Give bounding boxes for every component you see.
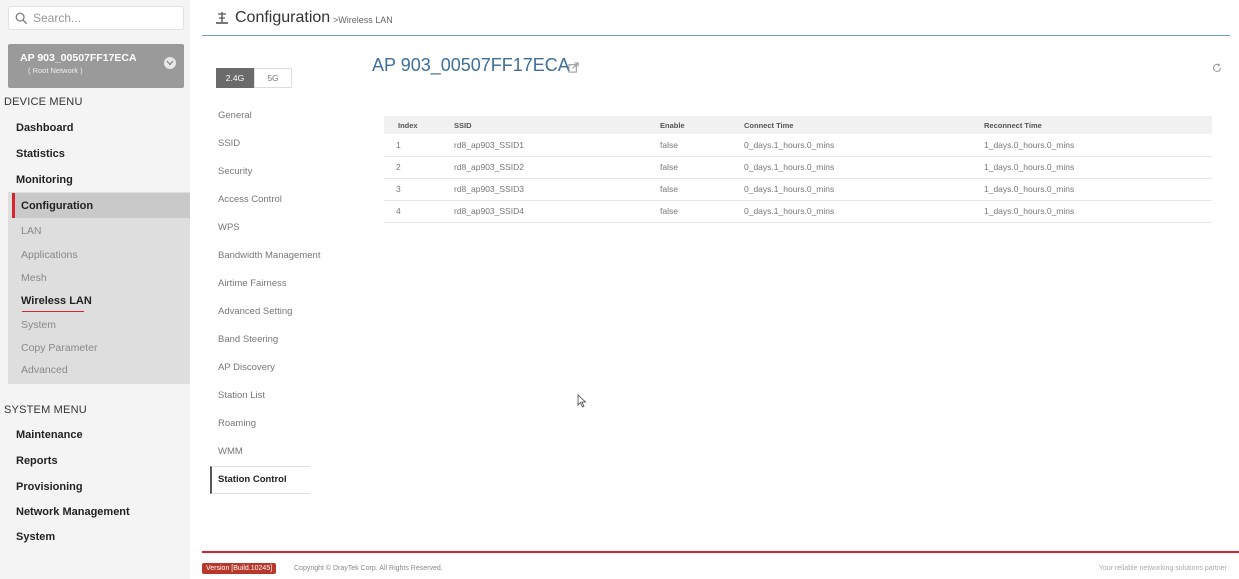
cell-connect-time: 0_days.1_hours.0_mins	[744, 178, 984, 201]
menu-network-management[interactable]: Network Management	[16, 506, 130, 518]
cell-connect-time: 0_days.1_hours.0_mins	[744, 200, 984, 223]
footer-divider	[202, 551, 1239, 553]
nav-band-steering[interactable]: Band Steering	[218, 334, 278, 345]
station-control-table: Index SSID Enable Connect Time Reconnect…	[384, 116, 1212, 223]
nav-roaming[interactable]: Roaming	[218, 418, 256, 429]
page: Search... AP 903_00507FF17ECA ( Root Net…	[0, 0, 1239, 579]
footer-tagline: Your reliable networking solutions partn…	[1098, 565, 1227, 572]
mouse-cursor-icon	[577, 394, 587, 408]
nav-wps[interactable]: WPS	[218, 222, 240, 233]
col-connect-time: Connect Time	[744, 116, 984, 134]
cell-index: 3	[384, 178, 454, 201]
menu-dashboard[interactable]: Dashboard	[16, 122, 73, 134]
device-menu-heading: DEVICE MENU	[4, 96, 83, 108]
tab-5g[interactable]: 5G	[254, 68, 292, 88]
tab-2-4g[interactable]: 2.4G	[216, 68, 254, 88]
cell-index: 4	[384, 200, 454, 223]
active-underline	[22, 311, 84, 312]
search-input[interactable]: Search...	[33, 11, 81, 25]
version-badge: Version [Build.10245]	[202, 563, 277, 574]
menu-monitoring[interactable]: Monitoring	[16, 174, 73, 186]
cell-index: 1	[384, 134, 454, 157]
cell-connect-time: 0_days.1_hours.0_mins	[744, 134, 984, 157]
cell-ssid: rd8_ap903_SSID2	[454, 156, 660, 179]
submenu-mesh[interactable]: Mesh	[21, 272, 47, 284]
nav-ssid[interactable]: SSID	[218, 138, 240, 149]
sidebar: Search... AP 903_00507FF17ECA ( Root Net…	[0, 0, 190, 579]
menu-maintenance[interactable]: Maintenance	[16, 429, 83, 441]
cell-connect-time: 0_days.1_hours.0_mins	[744, 156, 984, 179]
cell-ssid: rd8_ap903_SSID3	[454, 178, 660, 201]
nav-general[interactable]: General	[218, 110, 252, 121]
menu-reports[interactable]: Reports	[16, 455, 58, 467]
col-enable: Enable	[660, 116, 744, 134]
col-reconnect-time: Reconnect Time	[984, 116, 1212, 134]
configuration-submenu	[8, 192, 190, 384]
nav-ap-discovery[interactable]: AP Discovery	[218, 362, 275, 373]
system-menu-heading: SYSTEM MENU	[4, 404, 87, 416]
ap-title: AP 903_00507FF17ECA	[372, 55, 570, 75]
refresh-icon[interactable]	[1212, 63, 1222, 73]
cell-enable: false	[660, 134, 744, 157]
nav-access-control[interactable]: Access Control	[218, 194, 282, 205]
menu-provisioning[interactable]: Provisioning	[16, 481, 83, 493]
cell-reconnect-time: 1_days.0_hours.0_mins	[984, 134, 1212, 157]
table-row[interactable]: 4 rd8_ap903_SSID4 false 0_days.1_hours.0…	[384, 200, 1212, 223]
submenu-system[interactable]: System	[21, 319, 56, 331]
nav-bandwidth-management[interactable]: Bandwidth Management	[218, 250, 320, 261]
search-box[interactable]: Search...	[8, 6, 184, 30]
device-selector[interactable]: AP 903_00507FF17ECA ( Root Network )	[8, 44, 184, 88]
nav-station-control[interactable]: Station Control	[218, 474, 287, 485]
col-ssid: SSID	[454, 116, 660, 134]
cell-enable: false	[660, 178, 744, 201]
submenu-advanced[interactable]: Advanced	[21, 364, 68, 376]
nav-wmm[interactable]: WMM	[218, 446, 243, 457]
cell-reconnect-time: 1_days.0_hours.0_mins	[984, 156, 1212, 179]
page-title: Configuration	[235, 9, 331, 26]
page-header: Configuration >Wireless LAN	[202, 0, 1230, 36]
configuration-icon	[216, 12, 228, 24]
external-link-icon[interactable]	[568, 62, 579, 73]
cell-index: 2	[384, 156, 454, 179]
submenu-copy-parameter[interactable]: Copy Parameter	[21, 342, 97, 354]
cell-ssid: rd8_ap903_SSID1	[454, 134, 660, 157]
cell-enable: false	[660, 156, 744, 179]
menu-statistics[interactable]: Statistics	[16, 148, 65, 160]
device-network: ( Root Network )	[28, 66, 83, 75]
submenu-wireless-lan[interactable]: Wireless LAN	[21, 295, 92, 307]
nav-security[interactable]: Security	[218, 166, 252, 177]
submenu-lan[interactable]: LAN	[21, 225, 41, 237]
table-header-row: Index SSID Enable Connect Time Reconnect…	[384, 116, 1212, 134]
copyright-text: Copyright © DrayTek Corp. All Rights Res…	[294, 565, 443, 572]
cell-reconnect-time: 1_days.0_hours.0_mins	[984, 178, 1212, 201]
submenu-applications[interactable]: Applications	[21, 249, 78, 261]
search-icon	[15, 12, 28, 24]
col-index: Index	[384, 116, 454, 134]
cell-reconnect-time: 1_days.0_hours.0_mins	[984, 200, 1212, 223]
table-row[interactable]: 3 rd8_ap903_SSID3 false 0_days.1_hours.0…	[384, 178, 1212, 201]
device-name: AP 903_00507FF17ECA	[20, 52, 137, 64]
nav-station-list[interactable]: Station List	[218, 390, 265, 401]
menu-configuration[interactable]: Configuration	[12, 193, 190, 218]
nav-advanced-setting[interactable]: Advanced Setting	[218, 306, 292, 317]
menu-configuration-label: Configuration	[21, 200, 94, 212]
table-row[interactable]: 2 rd8_ap903_SSID2 false 0_days.1_hours.0…	[384, 156, 1212, 179]
breadcrumb: >Wireless LAN	[333, 15, 393, 25]
cell-ssid: rd8_ap903_SSID4	[454, 200, 660, 223]
table-row[interactable]: 1 rd8_ap903_SSID1 false 0_days.1_hours.0…	[384, 134, 1212, 157]
nav-airtime-fairness[interactable]: Airtime Fairness	[218, 278, 287, 289]
chevron-down-icon[interactable]	[164, 57, 176, 69]
menu-system[interactable]: System	[16, 531, 55, 543]
cell-enable: false	[660, 200, 744, 223]
